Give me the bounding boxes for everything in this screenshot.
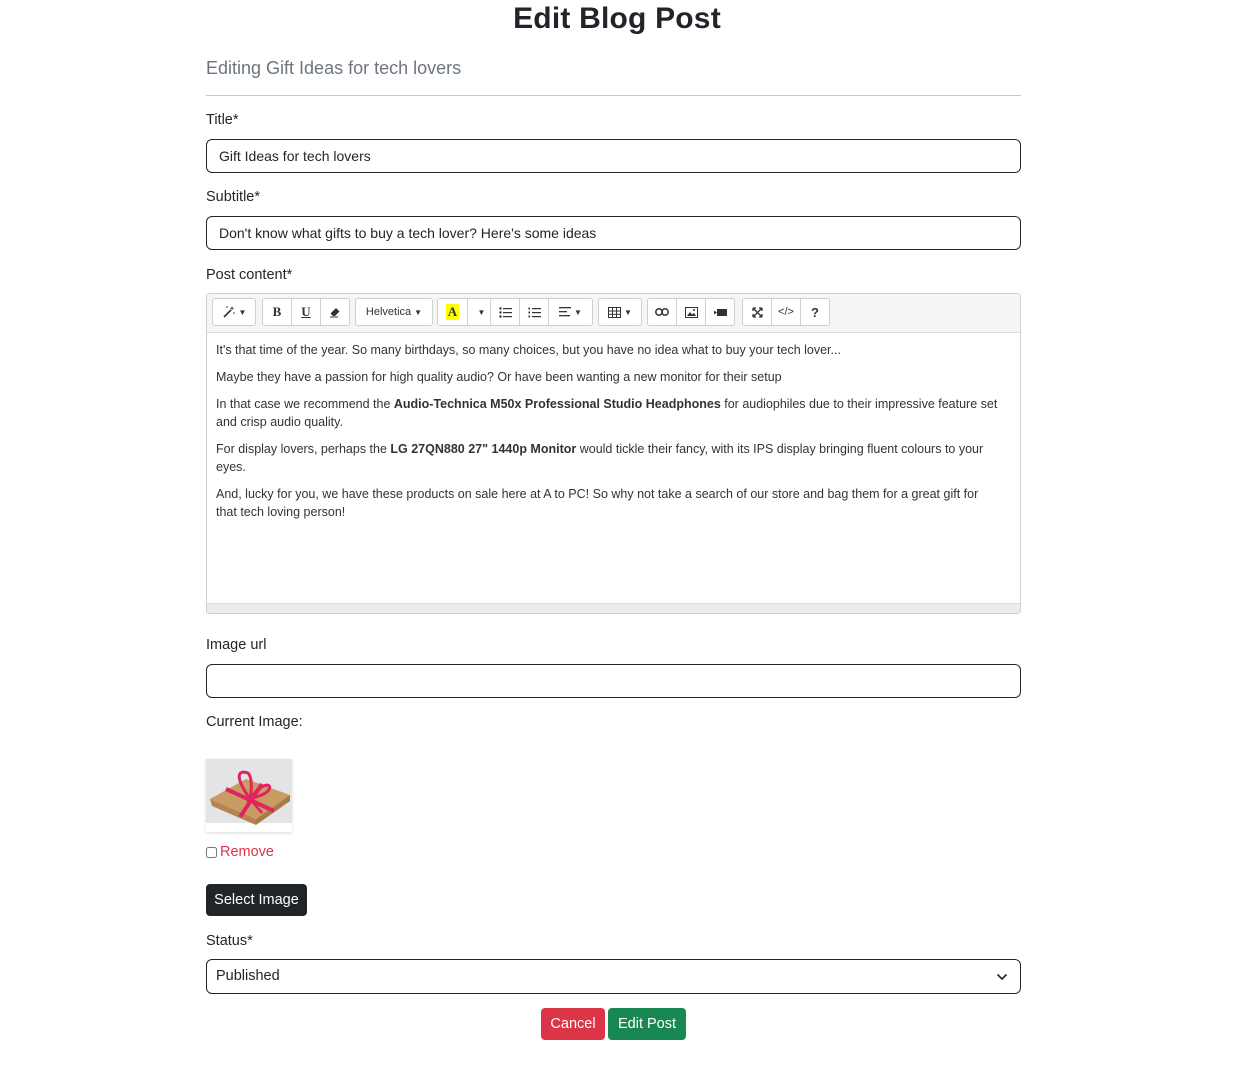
chevron-down-icon [996,973,1008,981]
editor-toolbar: ▼ B U Helvetica ▼ A ▼ ▼ ▼ </> ? [207,294,1020,333]
underline-icon[interactable]: U [291,298,321,326]
status-selected-value: Published [216,968,280,984]
rich-text-editor: ▼ B U Helvetica ▼ A ▼ ▼ ▼ </> ? It's tha… [206,293,1021,614]
editor-paragraph: Maybe they have a passion for high quali… [216,368,1000,386]
cancel-button[interactable]: Cancel [541,1008,605,1040]
status-label: Status* [206,933,253,949]
editor-resize-bar[interactable] [207,603,1020,613]
fullscreen-icon[interactable] [742,298,772,326]
image-url-input[interactable] [206,664,1021,698]
image-url-label: Image url [206,637,267,653]
editor-paragraph: And, lucky for you, we have these produc… [216,485,1000,521]
editor-bold-text: LG 27QN880 27" 1440p Monitor [390,442,577,456]
font-name-label: Helvetica [365,306,412,318]
editor-text: And, lucky for you, we have these produc… [216,487,979,519]
magic-icon[interactable]: ▼ [212,298,256,326]
editor-text: It's that time of the year. So many birt… [216,343,841,357]
status-select[interactable]: Published [206,959,1021,994]
ordered-list-icon[interactable] [519,298,549,326]
editor-bold-text: Audio-Technica M50x Professional Studio … [393,397,721,411]
unordered-list-icon[interactable] [490,298,520,326]
page-title: Edit Blog Post [513,2,721,35]
font-color-icon[interactable]: A [437,298,468,326]
subtitle-input[interactable] [206,216,1021,250]
align-icon[interactable]: ▼ [548,298,593,326]
link-icon[interactable] [647,298,677,326]
editor-text: Maybe they have a passion for high quali… [216,370,782,384]
title-label: Title* [206,112,239,128]
current-image-label: Current Image: [206,714,303,730]
subtitle-label: Subtitle* [206,189,261,205]
divider [206,95,1021,96]
picture-icon[interactable] [676,298,706,326]
help-icon[interactable]: ? [800,298,830,326]
editor-paragraph: It's that time of the year. So many birt… [216,341,1000,359]
edit-post-button[interactable]: Edit Post [608,1008,686,1040]
video-icon[interactable] [705,298,735,326]
editor-text: In that case we recommend the [216,397,394,411]
title-input[interactable] [206,139,1021,173]
editor-paragraph: In that case we recommend the Audio-Tech… [216,395,1000,431]
eraser-icon[interactable] [320,298,350,326]
post-content-label: Post content* [206,267,293,283]
editor-content[interactable]: It's that time of the year. So many birt… [207,333,1020,612]
code-view-icon[interactable]: </> [771,298,801,326]
remove-image-label[interactable]: Remove [220,844,274,860]
remove-image-checkbox[interactable] [206,846,217,858]
select-image-button[interactable]: Select Image [206,884,307,916]
table-icon[interactable]: ▼ [598,298,642,326]
editor-text: For display lovers, perhaps the [216,442,391,456]
remove-image-row[interactable]: Remove [206,844,274,860]
bold-icon[interactable]: B [262,298,292,326]
editor-paragraph: For display lovers, perhaps the LG 27QN8… [216,440,1000,476]
font-name-dropdown[interactable]: Helvetica ▼ [355,298,433,326]
editing-subheading: Editing Gift Ideas for tech lovers [206,58,462,78]
current-image-thumbnail [206,759,292,832]
